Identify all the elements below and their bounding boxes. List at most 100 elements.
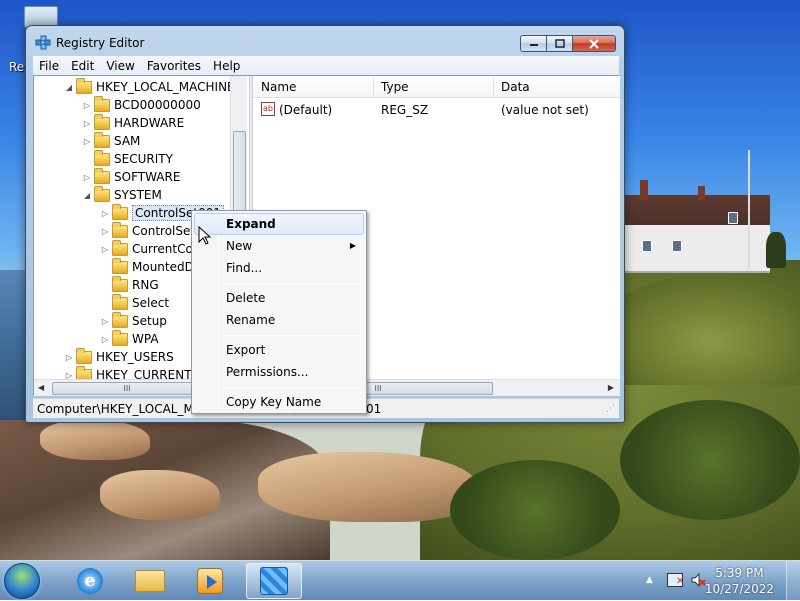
start-button[interactable] (4, 563, 40, 599)
expand-arrow-icon[interactable]: ▷ (100, 335, 110, 344)
show-hidden-icons-icon[interactable]: ▲ (646, 575, 653, 585)
maximize-icon (554, 39, 565, 48)
folder-icon (94, 149, 110, 166)
expand-arrow-icon[interactable]: ▷ (100, 317, 110, 326)
tree-item[interactable]: Select (100, 293, 169, 312)
folder-icon (76, 77, 92, 94)
house-window (642, 240, 652, 252)
taskbar-registry-editor[interactable] (246, 563, 302, 599)
menu-item-expand[interactable]: Expand (194, 213, 364, 235)
internet-explorer-icon: e (77, 568, 103, 594)
column-header-data[interactable]: Data (501, 80, 530, 94)
flagpole (748, 150, 750, 270)
close-button[interactable] (573, 35, 616, 52)
mouse-cursor-icon (198, 226, 212, 245)
menu-view[interactable]: View (100, 59, 140, 73)
expand-arrow-icon[interactable]: ▷ (100, 209, 110, 218)
tree-item[interactable]: ◢ SYSTEM (82, 185, 162, 204)
clock[interactable]: 5:39 PM 10/27/2022 (705, 565, 774, 597)
column-divider[interactable] (493, 78, 494, 96)
menu-separator (222, 387, 362, 388)
menu-help[interactable]: Help (207, 59, 246, 73)
expand-arrow-icon[interactable]: ▷ (82, 119, 92, 128)
chimney (640, 180, 648, 200)
collapse-arrow-icon[interactable]: ◢ (64, 83, 74, 92)
folder-icon (112, 329, 128, 346)
menu-file[interactable]: File (33, 59, 65, 73)
media-player-icon (197, 568, 223, 594)
tree-item[interactable]: ▷ SOFTWARE (82, 167, 180, 186)
clock-date: 10/27/2022 (704, 582, 774, 596)
maximize-button[interactable] (547, 35, 573, 52)
list-header: Name Type Data (253, 76, 620, 98)
tree-item[interactable]: ◢ HKEY_LOCAL_MACHINE (64, 77, 235, 96)
tree-item[interactable]: SECURITY (82, 149, 173, 168)
tree-item[interactable]: RNG (100, 275, 159, 294)
rock (258, 452, 478, 522)
value-name: (Default) (279, 103, 333, 117)
tree (766, 232, 786, 268)
rock (100, 470, 220, 520)
submenu-arrow-icon: ▶ (349, 241, 356, 250)
menu-edit[interactable]: Edit (65, 59, 100, 73)
folder-icon (94, 131, 110, 148)
menu-item-find[interactable]: Find... (194, 257, 364, 279)
menu-item-new-label: New (226, 239, 253, 253)
scroll-right-icon[interactable]: ▶ (608, 383, 614, 392)
folder-icon (94, 185, 110, 202)
menu-item-rename[interactable]: Rename (194, 309, 364, 331)
value-data: (value not set) (501, 103, 589, 117)
collapse-arrow-icon[interactable]: ◢ (82, 191, 92, 200)
taskbar: e ▲ ✕ 5:39 PM 10/27/2022 (0, 560, 800, 601)
menu-bar: File Edit View Favorites Help (33, 56, 619, 75)
tree-item[interactable]: ▷ WPA (100, 329, 159, 348)
menu-separator (222, 335, 362, 336)
menu-item-export[interactable]: Export (194, 339, 364, 361)
folder-icon (135, 570, 165, 592)
taskbar-internet-explorer[interactable]: e (62, 563, 118, 599)
folder-icon (94, 167, 110, 184)
clock-time: 5:39 PM (715, 566, 764, 580)
tree-item[interactable]: ▷ HARDWARE (82, 113, 184, 132)
taskbar-media-player[interactable] (182, 563, 238, 599)
menu-item-permissions[interactable]: Permissions... (194, 361, 364, 383)
recycle-bin-label[interactable]: Re (9, 60, 24, 74)
column-header-type[interactable]: Type (381, 80, 409, 94)
resize-grip-icon[interactable]: ⋰ (606, 404, 615, 414)
tree-item[interactable]: ▷ HKEY_USERS (64, 347, 174, 366)
tree-item[interactable]: ▷ Setup (100, 311, 167, 330)
expand-arrow-icon[interactable]: ▷ (100, 245, 110, 254)
title-bar[interactable]: Registry Editor (26, 26, 624, 57)
list-item[interactable]: ab (Default) REG_SZ (value not set) (253, 100, 620, 120)
folder-icon (112, 311, 128, 328)
house-window (728, 212, 738, 224)
caption-buttons (520, 35, 616, 52)
expand-arrow-icon[interactable]: ▷ (82, 137, 92, 146)
minimize-button[interactable] (520, 35, 547, 52)
column-divider[interactable] (373, 78, 374, 96)
taskbar-file-explorer[interactable] (122, 563, 178, 599)
network-icon[interactable]: ✕ (667, 573, 685, 587)
menu-item-delete[interactable]: Delete (194, 287, 364, 309)
menu-item-new[interactable]: New ▶ (194, 235, 364, 257)
folder-icon (112, 293, 128, 310)
expand-arrow-icon[interactable]: ▷ (100, 227, 110, 236)
folder-icon (112, 257, 128, 274)
expand-arrow-icon[interactable]: ▷ (64, 353, 74, 362)
menu-favorites[interactable]: Favorites (141, 59, 207, 73)
error-x-icon: ✕ (676, 576, 685, 587)
volume-icon[interactable] (690, 573, 706, 587)
value-type: REG_SZ (381, 103, 429, 117)
scroll-thumb[interactable]: III (52, 382, 202, 395)
show-desktop-button[interactable] (786, 561, 800, 601)
tree-item[interactable]: ▷ BCD00000000 (82, 95, 201, 114)
folder-icon (112, 203, 128, 220)
expand-arrow-icon[interactable]: ▷ (82, 101, 92, 110)
folder-icon (94, 113, 110, 130)
scroll-left-icon[interactable]: ◀ (38, 383, 44, 392)
tree-item[interactable]: ▷ SAM (82, 131, 140, 150)
menu-separator (222, 283, 362, 284)
column-header-name[interactable]: Name (261, 80, 296, 94)
menu-item-copy-key-name[interactable]: Copy Key Name (194, 391, 364, 413)
expand-arrow-icon[interactable]: ▷ (82, 173, 92, 182)
